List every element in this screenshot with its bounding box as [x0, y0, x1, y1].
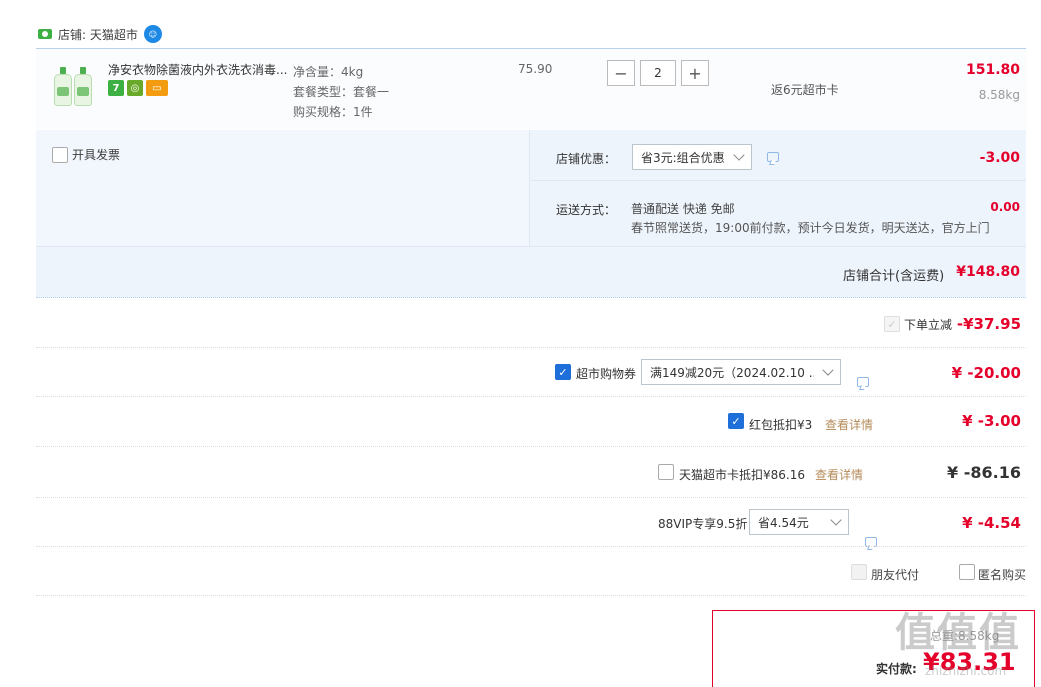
vip-discount-value: 省4.54元: [758, 515, 809, 530]
row-divider: [36, 446, 1026, 447]
message-icon[interactable]: [857, 377, 869, 387]
rebate-note: 返6元超市卡: [771, 83, 839, 97]
red-packet-label: 红包抵扣¥3: [749, 418, 813, 432]
options-bottom-divider: [36, 297, 1026, 298]
row-divider: [36, 347, 1026, 348]
market-card-details-link[interactable]: 查看详情: [815, 466, 863, 483]
shipping-note: 春节照常送货，19:00前付款，预计今日发货，明天送达，官方上门: [631, 221, 990, 235]
product-title[interactable]: 净安衣物除菌液内外衣洗衣消毒...: [108, 61, 288, 78]
vip-label: 88VIP专享9.5折: [658, 517, 748, 531]
watermark-site: zhizhizhi.com: [925, 664, 1007, 678]
subtotal-divider: [36, 246, 1026, 247]
coupon-value: 满149减20元（2024.02.10 ...: [650, 365, 815, 380]
instant-discount-checkbox: [884, 316, 900, 332]
row-divider: [36, 497, 1026, 498]
instant-discount-label: 下单立减: [904, 318, 953, 332]
coupon-checkbox[interactable]: [555, 364, 571, 380]
anonymous-purchase-label: 匿名购买: [978, 568, 1027, 582]
seven-day-return-icon: 7: [108, 80, 124, 96]
row-divider: [36, 396, 1026, 397]
store-subtotal-label: 店铺合计(含运费): [843, 269, 945, 284]
chevron-down-icon: [830, 514, 842, 526]
shipping-label: 运送方式：: [556, 203, 617, 217]
quantity-increase-button[interactable]: +: [681, 60, 709, 86]
store-discount-label: 店铺优惠：: [556, 152, 617, 166]
options-divider: [531, 180, 1026, 181]
vip-discount-select[interactable]: 省4.54元: [749, 509, 849, 535]
spec-package-type: 套餐类型：套餐一: [293, 85, 390, 99]
coupon-select[interactable]: 满149减20元（2024.02.10 ...: [641, 359, 841, 385]
store-header: 店铺: 天猫超市 ☺: [38, 22, 162, 46]
market-card-label: 天猫超市卡抵扣¥86.16: [679, 468, 805, 482]
coupon-amount: ¥ -20.00: [951, 364, 1021, 382]
watermark-text: 值值值: [895, 610, 1021, 656]
red-packet-details-link[interactable]: 查看详情: [825, 416, 873, 433]
anonymous-purchase-checkbox[interactable]: [959, 564, 975, 580]
market-card-checkbox[interactable]: [658, 464, 674, 480]
product-badges: 7 ◎ ▭: [108, 80, 168, 96]
quantity-input[interactable]: 2: [640, 60, 676, 86]
row-divider: [36, 595, 1026, 596]
item-total-price: 151.80: [965, 62, 1020, 78]
product-specs: 净含量：4kg 套餐类型：套餐一 购买规格：1件: [293, 62, 389, 122]
shipping-method: 普通配送 快递 免邮: [631, 202, 735, 216]
friend-pay-label: 朋友代付: [871, 568, 920, 582]
card-pay-icon: ▭: [146, 80, 168, 96]
store-name[interactable]: 店铺: 天猫超市: [58, 26, 138, 43]
store-subtotal-amount: ¥148.80: [956, 264, 1020, 280]
customer-service-icon[interactable]: ☺: [143, 25, 162, 43]
friend-pay-checkbox: [851, 564, 867, 580]
row-divider: [36, 546, 1026, 547]
instant-discount-amount: -¥37.95: [956, 315, 1021, 333]
guarantee-icon: ◎: [127, 80, 143, 96]
invoice-option[interactable]: 开具发票: [52, 146, 120, 163]
store-discount-amount: -3.00: [979, 150, 1020, 166]
market-card-amount: ¥ -86.16: [947, 463, 1021, 482]
invoice-label: 开具发票: [72, 148, 121, 162]
shipping-amount: 0.00: [990, 200, 1020, 214]
message-icon[interactable]: [767, 152, 779, 162]
unit-price: 75.90: [518, 62, 553, 76]
invoice-checkbox[interactable]: [52, 146, 68, 163]
quantity-decrease-button[interactable]: −: [607, 60, 635, 86]
store-discount-value: 省3元:组合优惠: [641, 150, 725, 165]
payment-label: 实付款:: [876, 662, 917, 676]
item-weight: 8.58kg: [978, 88, 1020, 102]
quantity-stepper: − 2 +: [607, 60, 709, 86]
store-discount-select[interactable]: 省3元:组合优惠: [632, 144, 752, 170]
chevron-down-icon: [822, 364, 834, 376]
spec-net-content: 净含量：4kg: [293, 65, 364, 79]
red-packet-checkbox[interactable]: [728, 413, 744, 429]
vip-discount-amount: ¥ -4.54: [962, 514, 1021, 532]
red-packet-amount: ¥ -3.00: [962, 412, 1021, 430]
coupon-label: 超市购物券: [576, 367, 637, 381]
store-icon: [38, 29, 52, 39]
chevron-down-icon: [733, 149, 745, 161]
product-thumbnail[interactable]: [52, 62, 94, 106]
spec-purchase-spec: 购买规格：1件: [293, 105, 373, 119]
